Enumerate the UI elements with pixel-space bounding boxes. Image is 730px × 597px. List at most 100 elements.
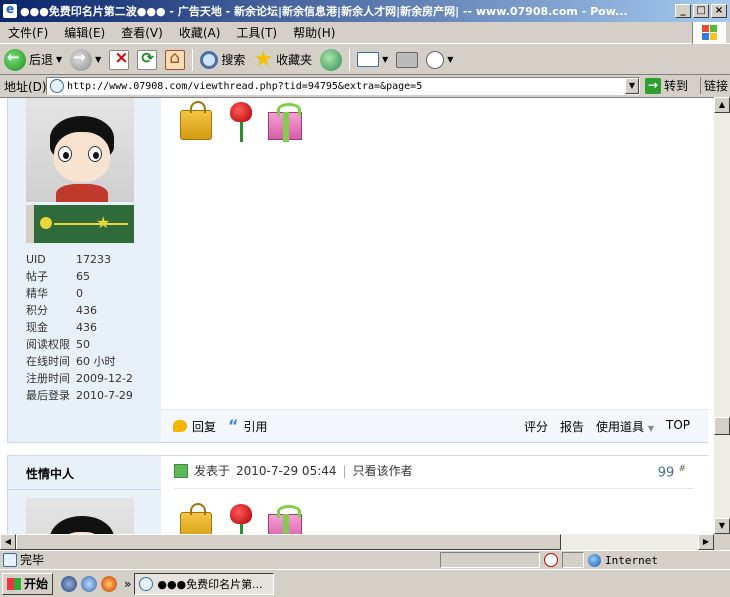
address-dropdown-icon[interactable]: ▼: [625, 78, 639, 94]
menu-favorites[interactable]: 收藏(A): [171, 24, 229, 41]
stat-value: 0: [76, 287, 83, 300]
window-title-bar[interactable]: ●●●免费印名片第二波●●● - 广告天地 - 新余论坛|新余信息港|新余人才网…: [0, 0, 730, 22]
address-url[interactable]: http://www.07908.com/viewthread.php?tid=…: [67, 81, 625, 92]
stat-label: 最后登录: [26, 389, 70, 402]
vertical-scroll-thumb[interactable]: [714, 417, 730, 435]
close-button[interactable]: ×: [711, 4, 727, 18]
stat-label: 帖子: [26, 270, 48, 283]
scroll-left-button[interactable]: ◀: [0, 534, 16, 550]
status-text: 完毕: [20, 553, 45, 567]
printer-icon: [396, 51, 419, 68]
stat-label: 阅读权限: [26, 338, 70, 351]
edit-dropdown-icon[interactable]: ▼: [447, 55, 453, 64]
maximize-button[interactable]: □: [693, 4, 709, 18]
author-sidebar: ★ UID 17233 帖子 65 精华 0 积分 436 现金 436 阅读权限 50 在…: [8, 98, 161, 442]
back-button[interactable]: 后退 ▼: [0, 47, 66, 73]
stat-value: 436: [76, 321, 97, 334]
windows-flag-icon: [7, 577, 21, 590]
start-label: 开始: [24, 577, 49, 591]
quote-button[interactable]: “ 引用: [228, 418, 268, 435]
start-button[interactable]: 开始: [2, 572, 54, 595]
ie-icon[interactable]: [61, 575, 78, 592]
stat-value: 50: [76, 338, 90, 351]
menu-help[interactable]: 帮助(H): [285, 24, 343, 41]
avatar[interactable]: [26, 498, 134, 534]
horizontal-scroll-thumb[interactable]: [16, 534, 561, 550]
stop-button[interactable]: [105, 47, 133, 73]
go-button[interactable]: → 转到: [645, 77, 688, 94]
only-author-link[interactable]: 只看该作者: [353, 462, 413, 479]
toolbar-separator: [192, 48, 194, 71]
print-button[interactable]: [392, 47, 422, 73]
taskbar-window-button[interactable]: ●●●免费印名片第...: [134, 572, 275, 595]
star-icon: ★: [253, 46, 274, 72]
horizontal-scrollbar[interactable]: ◀ ▶: [0, 534, 714, 550]
floor-number[interactable]: 99 #: [658, 464, 686, 480]
scroll-down-button[interactable]: ▼: [714, 518, 730, 534]
stat-label: 精华: [26, 287, 48, 300]
stat-value[interactable]: 65: [76, 268, 146, 285]
security-zone[interactable]: Internet: [588, 552, 658, 568]
menu-tools[interactable]: 工具(T): [228, 24, 285, 41]
author-name[interactable]: 性情中人: [26, 465, 74, 482]
page-done-icon: [3, 552, 17, 567]
search-button[interactable]: 搜索: [196, 47, 249, 73]
forward-arrow-icon: [70, 48, 93, 71]
rate-link[interactable]: 评分: [524, 418, 548, 435]
mail-button[interactable]: ▼: [353, 47, 392, 73]
favorites-button[interactable]: ★ 收藏夹: [249, 47, 316, 73]
rose-icon: [222, 500, 260, 534]
scroll-up-button[interactable]: ▲: [714, 97, 730, 113]
page-icon: [50, 79, 64, 93]
taskbar: 开始 » ●●●免费印名片第...: [0, 569, 730, 597]
divider: [8, 489, 161, 490]
use-tools-menu[interactable]: 使用道具 ▼: [596, 418, 654, 435]
rose-icon: [222, 98, 260, 142]
mail-dropdown-icon[interactable]: ▼: [382, 55, 388, 64]
use-tools-label: 使用道具: [595, 419, 644, 434]
forward-button[interactable]: ▼: [66, 47, 105, 73]
history-button[interactable]: [316, 47, 346, 73]
quick-launch-chevron-icon[interactable]: »: [124, 577, 131, 591]
address-input[interactable]: http://www.07908.com/viewthread.php?tid=…: [46, 77, 640, 95]
reply-label: 回复: [192, 419, 217, 434]
divider: [174, 488, 694, 489]
floor-suffix: #: [678, 464, 686, 474]
minimize-button[interactable]: _: [675, 4, 691, 18]
address-label: 地址(D): [4, 79, 47, 94]
window-title: ●●●免费印名片第二波●●● - 广告天地 - 新余论坛|新余信息港|新余人才网…: [20, 5, 628, 18]
home-button[interactable]: [161, 47, 189, 73]
blocked-content-icon[interactable]: [544, 553, 558, 567]
edit-button[interactable]: ▼: [422, 47, 457, 73]
stop-icon: [109, 48, 130, 70]
menu-edit[interactable]: 编辑(E): [56, 24, 113, 41]
menu-file[interactable]: 文件(F): [0, 24, 56, 41]
author-stats: UID 17233 帖子 65 精华 0 积分 436 现金 436 阅读权限 50 在线时…: [26, 251, 146, 404]
top-link[interactable]: TOP: [666, 418, 690, 435]
windows-logo-icon: [692, 22, 726, 44]
vertical-scrollbar[interactable]: ▲ ▼: [714, 97, 730, 534]
gift-box-icon: [266, 98, 304, 142]
stat-label: 积分: [26, 304, 48, 317]
back-dropdown-icon[interactable]: ▼: [56, 55, 62, 64]
scroll-right-button[interactable]: ▶: [698, 534, 714, 550]
qq-icon[interactable]: [101, 575, 118, 592]
avatar[interactable]: [26, 98, 134, 202]
links-button[interactable]: 链接: [700, 77, 728, 94]
quote-label: 引用: [243, 419, 268, 434]
refresh-button[interactable]: [133, 47, 161, 73]
report-link[interactable]: 报告: [560, 418, 584, 435]
posted-time: 2010-7-29 05:44: [236, 463, 337, 478]
search-label: 搜索: [221, 53, 246, 67]
taskbar-window-title: ●●●免费印名片第...: [157, 577, 263, 591]
edit-document-icon: [426, 50, 445, 69]
forward-dropdown-icon[interactable]: ▼: [95, 55, 101, 64]
menu-view[interactable]: 查看(V): [113, 24, 171, 41]
stat-label: UID: [26, 253, 46, 266]
gift-bag-icon: [178, 500, 216, 534]
reply-button[interactable]: 回复: [173, 418, 216, 435]
stat-value[interactable]: 17233: [76, 251, 146, 268]
online-status-icon: [174, 463, 188, 478]
ie-icon[interactable]: [81, 575, 98, 592]
stat-label: 在线时间: [26, 355, 70, 368]
